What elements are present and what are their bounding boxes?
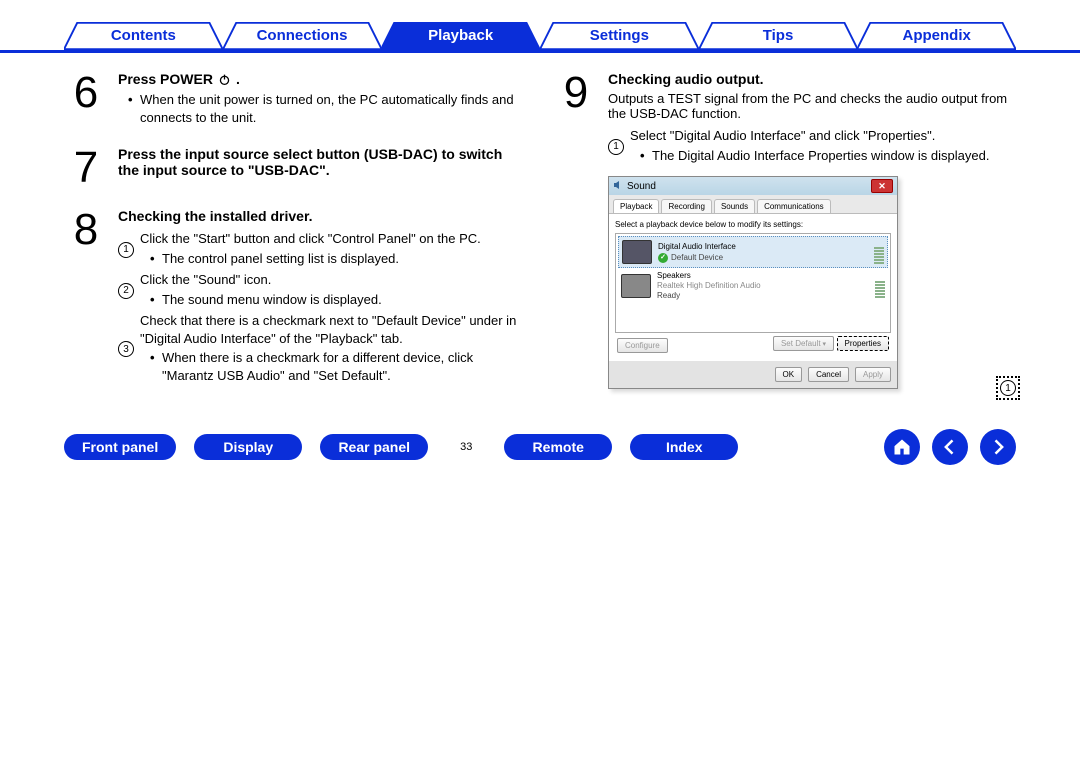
step-title: Checking audio output. bbox=[608, 71, 1016, 87]
sound-dialog-wrapper: Sound ✕ Playback Recording Sounds Commun… bbox=[608, 176, 1016, 389]
device-icon bbox=[621, 274, 651, 298]
circled-1-icon: 1 bbox=[1000, 380, 1016, 396]
nav-rear-panel[interactable]: Rear panel bbox=[320, 434, 428, 460]
left-column: 6 Press POWER . When the unit power is t… bbox=[64, 71, 526, 407]
tab-playback[interactable]: Playback bbox=[381, 22, 540, 50]
cancel-button[interactable]: Cancel bbox=[808, 367, 849, 382]
next-page-icon[interactable] bbox=[980, 429, 1016, 465]
tab-connections[interactable]: Connections bbox=[223, 22, 382, 50]
step-number: 9 bbox=[554, 71, 598, 389]
configure-button[interactable]: Configure bbox=[617, 338, 668, 353]
step-number: 8 bbox=[64, 208, 108, 388]
nav-front-panel[interactable]: Front panel bbox=[64, 434, 176, 460]
sound-tab-communications[interactable]: Communications bbox=[757, 199, 831, 213]
properties-button[interactable]: Properties bbox=[837, 336, 889, 351]
tab-contents[interactable]: Contents bbox=[64, 22, 223, 50]
tab-tips[interactable]: Tips bbox=[699, 22, 858, 50]
step-9: 9 Checking audio output. Outputs a TEST … bbox=[554, 71, 1016, 389]
apply-button[interactable]: Apply bbox=[855, 367, 891, 382]
device-list: Digital Audio Interface ✓Default Device bbox=[615, 233, 891, 333]
step-bullet: When the unit power is turned on, the PC… bbox=[126, 91, 526, 126]
right-column: 9 Checking audio output. Outputs a TEST … bbox=[554, 71, 1016, 407]
sound-tabs: Playback Recording Sounds Communications bbox=[609, 195, 897, 214]
circled-1-icon: 1 bbox=[608, 139, 624, 155]
speaker-icon bbox=[613, 180, 623, 193]
level-meter-icon bbox=[875, 274, 885, 298]
home-icon[interactable] bbox=[884, 429, 920, 465]
page-number: 33 bbox=[446, 441, 486, 453]
sound-tab-recording[interactable]: Recording bbox=[661, 199, 711, 213]
power-icon bbox=[218, 73, 231, 86]
check-icon: ✓ bbox=[658, 253, 668, 263]
nav-index[interactable]: Index bbox=[630, 434, 738, 460]
sound-tab-sounds[interactable]: Sounds bbox=[714, 199, 755, 213]
step-title: Press the input source select button (US… bbox=[118, 146, 526, 178]
step-6: 6 Press POWER . When the unit power is t… bbox=[64, 71, 526, 128]
step-number: 6 bbox=[64, 71, 108, 128]
nav-display[interactable]: Display bbox=[194, 434, 302, 460]
prev-page-icon[interactable] bbox=[932, 429, 968, 465]
step-title: Checking the installed driver. bbox=[118, 208, 526, 224]
step-desc: Outputs a TEST signal from the PC and ch… bbox=[608, 91, 1016, 121]
device-speakers[interactable]: Speakers Realtek High Definition Audio R… bbox=[618, 268, 888, 304]
level-meter-icon bbox=[874, 240, 884, 264]
circled-3-icon: 3 bbox=[118, 341, 134, 357]
ok-button[interactable]: OK bbox=[775, 367, 803, 382]
top-tabs: Contents Connections Playback Settings T… bbox=[0, 0, 1080, 53]
step-8: 8 Checking the installed driver. 1 Click… bbox=[64, 208, 526, 388]
tab-appendix[interactable]: Appendix bbox=[857, 22, 1016, 50]
content: 6 Press POWER . When the unit power is t… bbox=[0, 53, 1080, 417]
sound-tab-playback[interactable]: Playback bbox=[613, 199, 659, 213]
bottom-nav: Front panel Display Rear panel 33 Remote… bbox=[0, 417, 1080, 485]
device-icon bbox=[622, 240, 652, 264]
sound-titlebar: Sound ✕ bbox=[609, 177, 897, 195]
step-title: Press POWER . bbox=[118, 71, 526, 87]
sound-hint: Select a playback device below to modify… bbox=[615, 220, 891, 229]
setdefault-button[interactable]: Set Default bbox=[773, 336, 834, 351]
callout-annotation: 1 bbox=[996, 376, 1020, 400]
step-7: 7 Press the input source select button (… bbox=[64, 146, 526, 190]
device-dai[interactable]: Digital Audio Interface ✓Default Device bbox=[618, 236, 888, 268]
step-number: 7 bbox=[64, 146, 108, 190]
circled-1-icon: 1 bbox=[118, 242, 134, 258]
tab-settings[interactable]: Settings bbox=[540, 22, 699, 50]
sound-dialog: Sound ✕ Playback Recording Sounds Commun… bbox=[608, 176, 898, 389]
close-icon[interactable]: ✕ bbox=[871, 179, 893, 193]
nav-remote[interactable]: Remote bbox=[504, 434, 612, 460]
circled-2-icon: 2 bbox=[118, 283, 134, 299]
